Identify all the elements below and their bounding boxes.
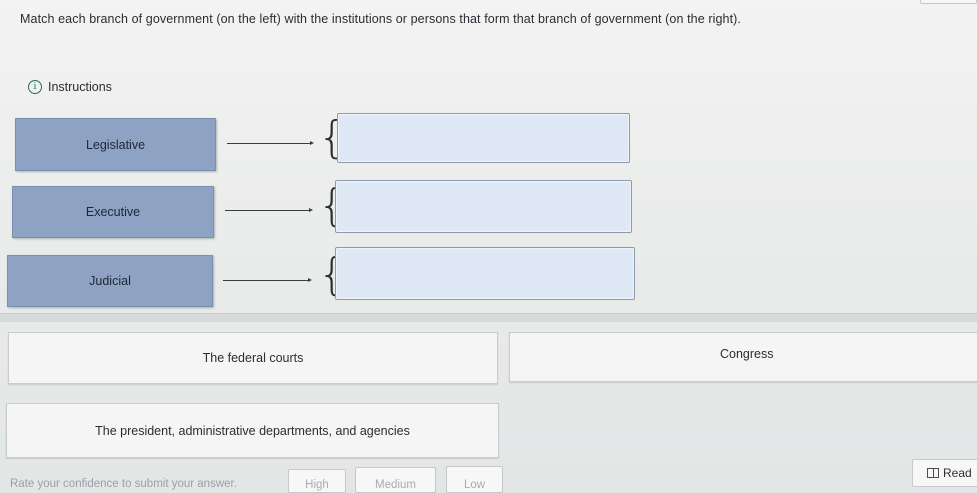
top-right-button[interactable]: [920, 0, 977, 4]
tile-label: The federal courts: [202, 351, 304, 365]
confidence-prompt: Rate your confidence to submit your answ…: [10, 478, 237, 490]
branch-judicial: Judicial: [7, 255, 213, 307]
dropzone-judicial[interactable]: [335, 247, 635, 300]
answer-tile-federal-courts[interactable]: The federal courts: [8, 332, 498, 384]
confidence-medium-button[interactable]: Medium: [355, 467, 436, 493]
connector-arrow: [225, 208, 313, 212]
dropzone-executive[interactable]: [335, 180, 632, 233]
instructions-toggle[interactable]: i Instructions: [28, 80, 112, 94]
confidence-label: Medium: [375, 479, 416, 491]
branch-label: Executive: [85, 205, 141, 219]
confidence-low-button[interactable]: Low: [446, 466, 503, 493]
read-label: Read: [943, 466, 972, 480]
confidence-label: High: [305, 479, 329, 491]
answer-tile-congress[interactable]: Congress: [509, 332, 977, 382]
branch-legislative: Legislative: [15, 118, 216, 171]
read-button[interactable]: Read: [912, 459, 977, 487]
connector-arrow: [227, 141, 314, 145]
answer-tile-executive-institutions[interactable]: The president, administrative department…: [6, 403, 499, 458]
instructions-label: Instructions: [48, 80, 112, 94]
section-divider: [0, 313, 977, 322]
question-text: Match each branch of government (on the …: [20, 12, 742, 26]
info-icon: i: [28, 80, 42, 94]
tile-label: Congress: [720, 347, 774, 361]
dropzone-legislative[interactable]: [337, 113, 630, 163]
connector-arrow: [223, 278, 312, 282]
confidence-high-button[interactable]: High: [288, 469, 346, 493]
branch-label: Legislative: [85, 137, 146, 152]
tile-label: The president, administrative department…: [95, 423, 410, 438]
branch-label: Judicial: [89, 274, 131, 288]
book-icon: [927, 468, 939, 478]
branch-executive: Executive: [12, 186, 214, 238]
confidence-label: Low: [463, 479, 486, 491]
